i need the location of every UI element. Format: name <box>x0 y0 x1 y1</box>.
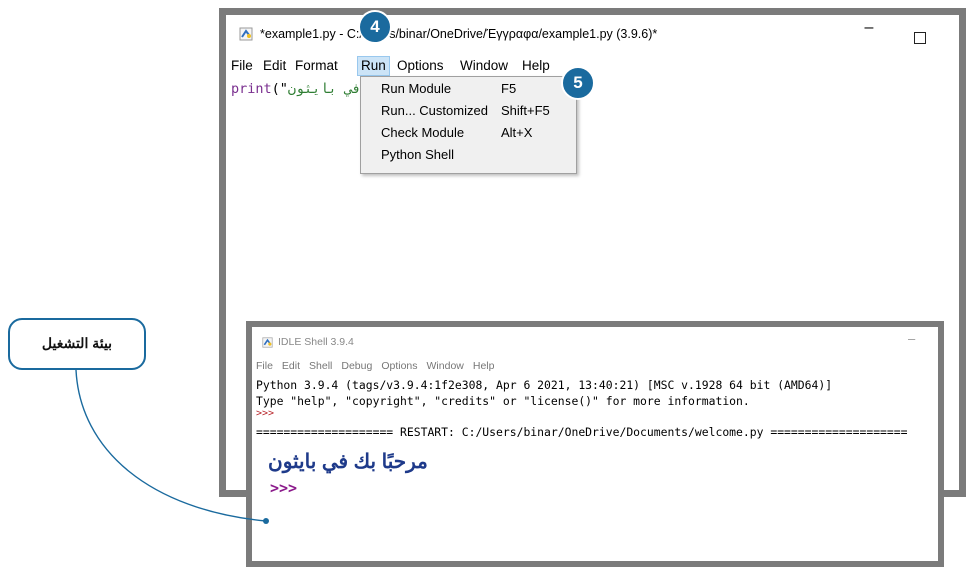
callout-connector <box>75 369 269 524</box>
runtime-environment-callout: بيئة التشغيل <box>8 318 146 370</box>
